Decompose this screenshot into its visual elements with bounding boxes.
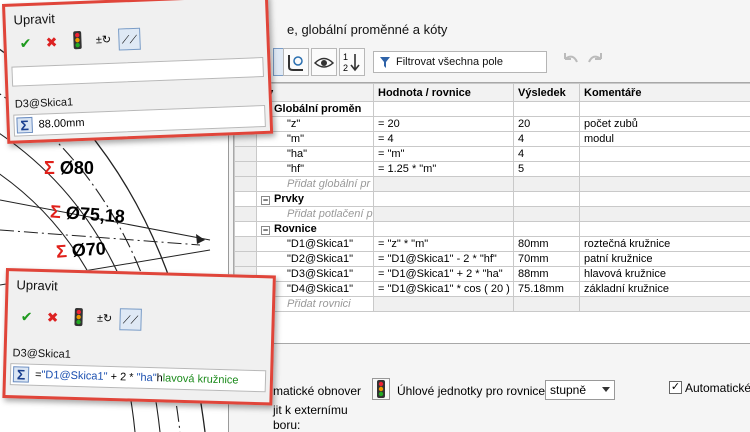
popup-title: Upravit <box>13 10 56 28</box>
sigma-icon[interactable]: Σ <box>16 116 33 134</box>
cancel-x-icon[interactable]: ✖ <box>41 306 64 329</box>
table-header: ev Hodnota / rovnice Výsledek Komentáře <box>234 83 750 102</box>
collapse-icon[interactable]: − <box>261 196 270 205</box>
funnel-icon <box>380 57 390 68</box>
chevron-down-icon <box>602 387 610 392</box>
ok-check-icon[interactable]: ✔ <box>15 305 38 328</box>
traffic-light-icon[interactable] <box>66 30 89 53</box>
dimension-view-button[interactable] <box>311 48 337 76</box>
table-row[interactable]: "z" = 20 20 počet zubů <box>234 116 750 132</box>
table-row[interactable]: "D2@Skica1" = "D1@Skica1" - 2 * "hf" 70m… <box>234 251 750 267</box>
dimension-name: D3@Skica1 <box>12 347 72 361</box>
sigma-icon: Σ <box>49 201 62 223</box>
auto-label: Automatické <box>685 381 750 395</box>
table-row[interactable]: "hf" = 1.25 * "m" 5 <box>234 161 750 177</box>
angle-units-select[interactable]: stupně <box>545 380 615 400</box>
equations-table: ev Hodnota / rovnice Výsledek Komentáře … <box>233 82 750 344</box>
sigma-icon: Σ <box>55 241 68 262</box>
equation-input[interactable]: Σ ="D1@Skica1" + 2 * "ha"hlavová kružnic… <box>9 363 267 393</box>
sigma-icon: Σ <box>44 158 55 178</box>
svg-text:2: 2 <box>343 63 348 73</box>
table-row[interactable]: "D1@Skica1" = "z" * "m" 80mm roztečná kr… <box>234 236 750 252</box>
value-input[interactable]: Σ 88.00mm <box>13 104 266 137</box>
sketch-view-button[interactable] <box>283 48 309 76</box>
redo-icon[interactable] <box>585 50 607 72</box>
filter-input[interactable]: Filtrovat všechna pole <box>373 51 547 73</box>
svg-text:1: 1 <box>343 52 348 62</box>
col-name[interactable]: ev <box>256 83 374 102</box>
plus-minus-rebuild-icon[interactable]: ±↻ <box>92 29 115 52</box>
group-row-features[interactable]: − Prvky <box>234 191 750 207</box>
sketch-icon <box>288 55 303 71</box>
col-comment[interactable]: Komentáře <box>579 83 750 102</box>
traffic-light-icon[interactable] <box>372 378 390 400</box>
sort-order-button[interactable]: 12 <box>339 48 365 76</box>
dialog-title: e, globální proměnné a kóty <box>287 22 448 37</box>
add-row[interactable]: Přidat rovnici <box>234 296 750 312</box>
table-row[interactable]: "m" = 4 4 modul <box>234 131 750 147</box>
dialog-footer: matické obnover Úhlové jednotky pro rovn… <box>229 376 750 432</box>
popup-toolbar: ✔ ✖ ±↻ ⟋⟋ <box>15 305 142 331</box>
angle-units-label: Úhlové jednotky pro rovnice: <box>397 384 549 398</box>
traffic-light-icon[interactable] <box>67 307 90 330</box>
col-value[interactable]: Hodnota / rovnice <box>373 83 514 102</box>
table-row[interactable]: "D3@Skica1" = "D1@Skica1" + 2 * "ha" 88m… <box>234 266 750 282</box>
sort-icon: 12 <box>343 52 360 73</box>
auto-rebuild-label: matické obnover <box>273 384 362 398</box>
toolbar: 12 Filtrovat všechna pole <box>273 48 750 78</box>
collapse-icon[interactable]: − <box>261 226 270 235</box>
table-row[interactable]: "D4@Skica1" = "D1@Skica1" * cos ( 20 ) 7… <box>234 281 750 297</box>
ok-check-icon[interactable]: ✔ <box>14 32 37 55</box>
cancel-x-icon[interactable]: ✖ <box>40 31 63 54</box>
edit-popup-value: Upravit ✔ ✖ ±↻ ⟋⟋ D3@Skica1 Σ 88.00mm <box>2 0 274 144</box>
group-row-equations[interactable]: − Rovnice <box>234 221 750 237</box>
table-row[interactable]: "ha" = "m" 4 <box>234 146 750 162</box>
dimension-name: D3@Skica1 <box>14 96 74 111</box>
dimension-select-icon[interactable]: ⟋⟋ <box>118 27 141 51</box>
col-result[interactable]: Výsledek <box>513 83 580 102</box>
dimension-select-icon[interactable]: ⟋⟋ <box>119 308 142 331</box>
equations-dialog: e, globální proměnné a kóty 12 Filtrovat… <box>228 0 750 432</box>
add-row[interactable]: Přidat globální pr <box>234 176 750 192</box>
undo-icon[interactable] <box>559 50 581 72</box>
dim-70[interactable]: Σ Ø70 <box>55 238 106 262</box>
popup-blank-field[interactable] <box>11 57 264 87</box>
add-row[interactable]: Přidat potlačení p <box>234 206 750 222</box>
sigma-icon[interactable]: Σ <box>12 366 30 383</box>
group-row-global[interactable]: −Globální proměn <box>234 101 750 117</box>
popup-title: Upravit <box>16 277 58 294</box>
link-external-label[interactable]: jit k externímu boru: <box>273 403 348 432</box>
dimension-eye-icon <box>313 57 335 68</box>
dim-80[interactable]: Σ Ø80 <box>44 158 94 179</box>
auto-checkbox[interactable]: ✓ <box>669 381 682 394</box>
plus-minus-rebuild-icon[interactable]: ±↻ <box>93 307 116 330</box>
edit-popup-equation: Upravit ✔ ✖ ±↻ ⟋⟋ D3@Skica1 Σ ="D1@Skica… <box>2 268 276 406</box>
popup-toolbar: ✔ ✖ ±↻ ⟋⟋ <box>14 27 141 59</box>
